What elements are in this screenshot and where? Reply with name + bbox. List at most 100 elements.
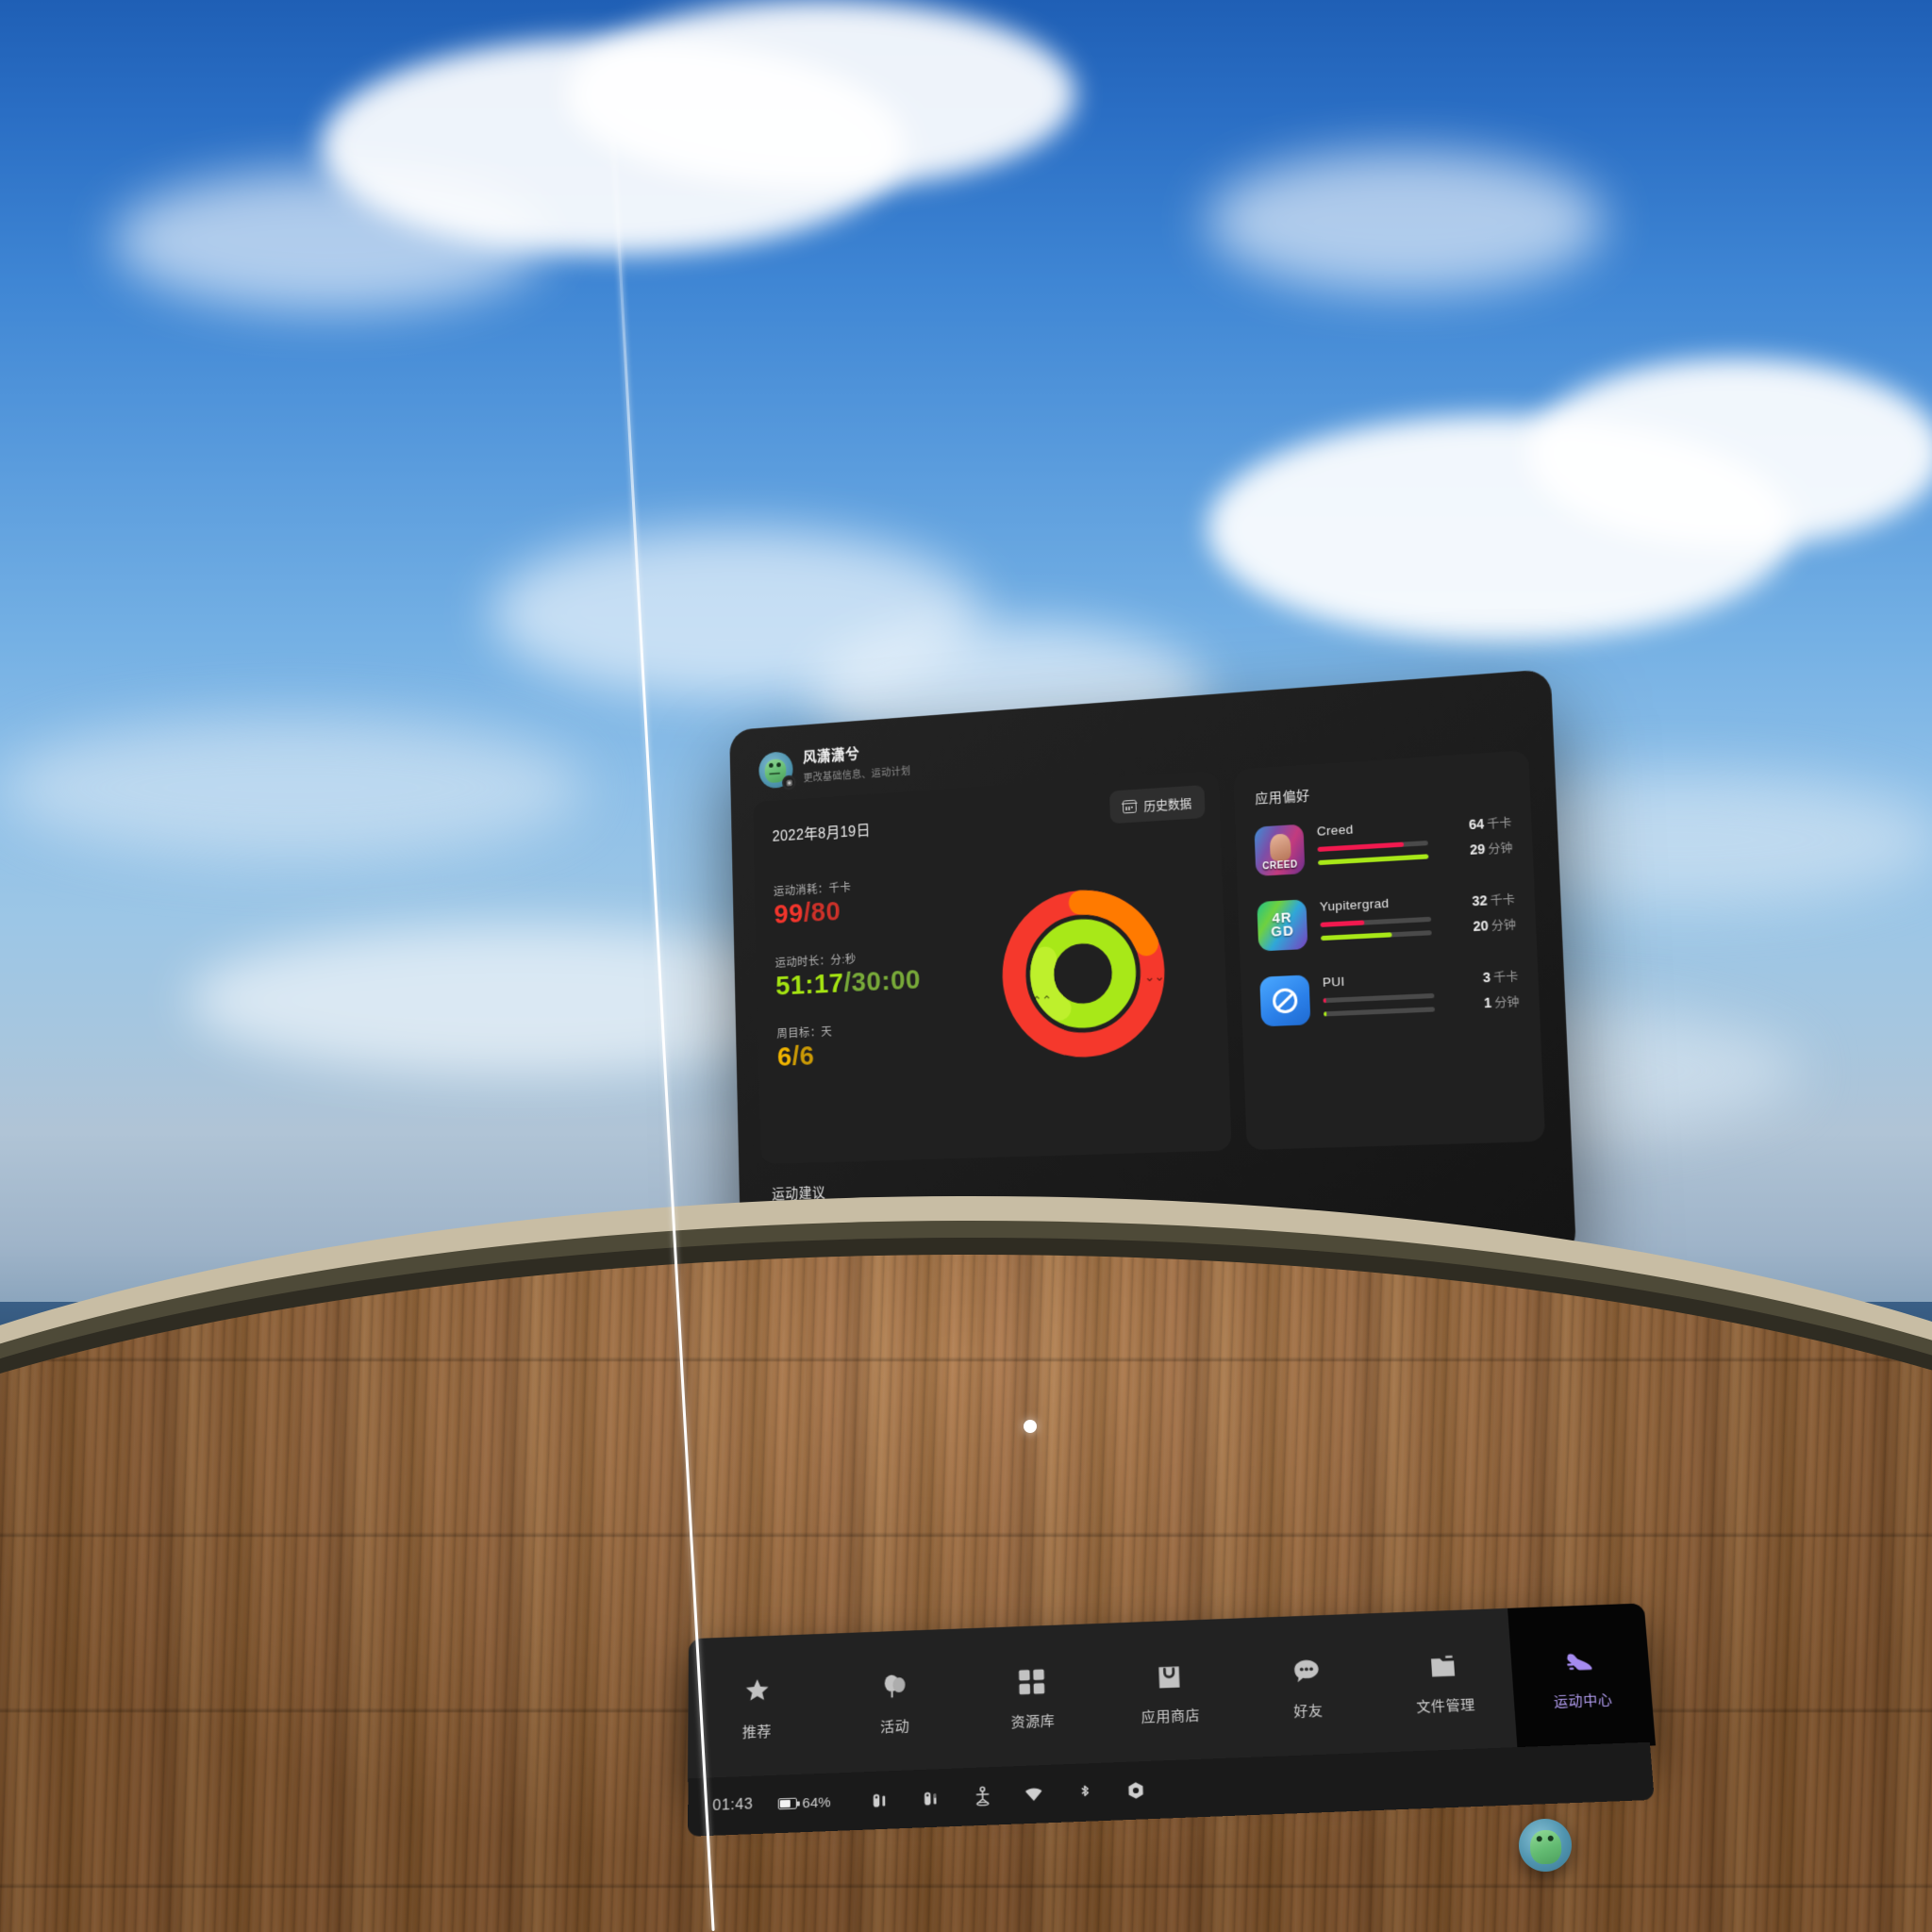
minutes-unit: 分钟	[1493, 995, 1520, 1010]
app-bars: Yupitergrad	[1320, 892, 1433, 949]
battery-status: 64%	[777, 1793, 831, 1812]
app-values: 32 千卡 20 分钟	[1443, 888, 1516, 942]
avatar	[758, 750, 796, 791]
grid-icon	[1013, 1663, 1052, 1702]
clock: 01:43	[712, 1796, 754, 1814]
creed-icon-text: CREED	[1262, 859, 1298, 873]
stat-goal: 30:00	[851, 963, 922, 998]
right-controller-icon[interactable]	[920, 1786, 942, 1811]
cloud	[113, 170, 547, 311]
app-bars: PUI	[1323, 969, 1436, 1024]
app-preferences-card: 应用偏好 CREED Creed 64 千卡 29 分钟 4R GD Yupit…	[1233, 750, 1546, 1151]
app-name: Creed	[1316, 822, 1354, 839]
chat-bubble-icon	[1287, 1653, 1326, 1690]
chevron-up-icon: ⌃⌃	[1031, 993, 1053, 1008]
yupi-text-bottom: GD	[1270, 923, 1295, 941]
taskbar-stage: 推荐 活动 资源库 应用商店 好友 文件管理 运动中心 01:43 64%	[687, 1603, 1689, 1921]
battery-percent: 64%	[802, 1793, 831, 1811]
app-name: PUI	[1322, 974, 1345, 990]
stat-goal: 6	[799, 1041, 815, 1072]
calories-value: 3 千卡	[1447, 966, 1519, 988]
frog-avatar-icon	[1529, 1829, 1562, 1865]
activity-ring-chart: ⌄⌄ ⌃⌃	[996, 883, 1170, 1064]
taskbar-item-recommend[interactable]: 推荐	[688, 1634, 826, 1782]
minutes-unit: 分钟	[1488, 841, 1513, 857]
shopping-bag-icon	[1150, 1657, 1189, 1695]
stat-calories: 运动消耗：千卡 99/80	[774, 871, 961, 930]
pui-app-icon	[1259, 974, 1311, 1027]
calories-value: 32 千卡	[1443, 889, 1515, 911]
taskbar-item-sports-center[interactable]: 运动中心	[1507, 1603, 1657, 1751]
minutes-number: 29	[1469, 841, 1486, 858]
taskbar-label: 文件管理	[1415, 1697, 1476, 1716]
calories-bar	[1323, 992, 1435, 1004]
minutes-value: 1 分钟	[1448, 991, 1520, 1013]
app-preference-row[interactable]: PUI 3 千卡 1 分钟	[1259, 965, 1520, 1027]
panel-cards: 历史数据 2022年8月19日 运动消耗：千卡 99/80 运动时长：分:秒 5…	[753, 750, 1546, 1165]
taskbar-label: 推荐	[741, 1724, 773, 1741]
calories-unit: 千卡	[1490, 892, 1516, 908]
stat-duration: 运动时长：分:秒 51:17/30:00	[774, 943, 963, 1001]
taskbar-label: 运动中心	[1553, 1691, 1614, 1710]
cloud	[1528, 358, 1932, 547]
taskbar-item-activity[interactable]: 活动	[825, 1628, 965, 1776]
fitness-panel-stage: 风潇潇兮 更改基础信息、运动计划 历史数据 2022年8月19日 运动消耗：千卡…	[708, 669, 1577, 1274]
minutes-bar	[1318, 854, 1429, 866]
minutes-unit: 分钟	[1491, 918, 1517, 934]
app-preference-row[interactable]: 4R GD Yupitergrad 32 千卡 20 分钟	[1257, 888, 1516, 952]
bluetooth-icon[interactable]	[1073, 1780, 1096, 1806]
app-bars: Creed	[1317, 817, 1429, 874]
settings-icon[interactable]	[1124, 1778, 1147, 1804]
calories-unit: 千卡	[1492, 970, 1519, 985]
edit-badge-icon[interactable]	[781, 774, 796, 791]
stat-value-group: 6/6	[776, 1035, 966, 1073]
stat-current: 51:17	[774, 967, 844, 1001]
minutes-bar	[1321, 930, 1432, 941]
cloud	[0, 717, 585, 858]
avatar-orb[interactable]	[1517, 1817, 1574, 1874]
stats-column: 运动消耗：千卡 99/80 运动时长：分:秒 51:17/30:00 周目标：天…	[774, 871, 966, 1095]
sports-center-panel[interactable]: 风潇潇兮 更改基础信息、运动计划 历史数据 2022年8月19日 运动消耗：千卡…	[729, 669, 1577, 1274]
stat-current: 6	[776, 1041, 792, 1073]
minutes-bar	[1324, 1007, 1436, 1017]
minutes-number: 20	[1473, 917, 1489, 935]
tracking-icon[interactable]	[971, 1784, 994, 1809]
minutes-number: 1	[1483, 994, 1492, 1011]
app-preference-row[interactable]: CREED Creed 64 千卡 29 分钟	[1254, 811, 1513, 877]
calories-number: 32	[1471, 892, 1488, 909]
taskbar-item-files[interactable]: 文件管理	[1372, 1608, 1518, 1757]
stat-weekly-goal: 周目标：天 6/6	[776, 1016, 966, 1073]
calories-bar	[1320, 916, 1432, 927]
app-name: Yupitergrad	[1319, 895, 1390, 914]
left-controller-icon[interactable]	[869, 1788, 891, 1813]
calories-value: 64 千卡	[1441, 812, 1512, 835]
taskbar-item-store[interactable]: 应用商店	[1099, 1619, 1241, 1767]
daily-activity-card: 历史数据 2022年8月19日 运动消耗：千卡 99/80 运动时长：分:秒 5…	[753, 771, 1232, 1165]
chevron-down-icon: ⌄⌄	[1144, 969, 1165, 985]
history-data-button[interactable]: 历史数据	[1109, 785, 1206, 824]
vr-scene: 风潇潇兮 更改基础信息、运动计划 历史数据 2022年8月19日 运动消耗：千卡…	[0, 0, 1932, 1932]
app-values: 3 千卡 1 分钟	[1447, 965, 1521, 1020]
taskbar-label: 活动	[880, 1718, 910, 1736]
balloons-icon	[875, 1668, 913, 1707]
calories-number: 3	[1482, 969, 1491, 986]
battery-icon	[777, 1797, 797, 1810]
cloud	[566, 0, 1075, 189]
history-data-label: 历史数据	[1143, 795, 1192, 814]
minutes-value: 20 分钟	[1444, 914, 1516, 936]
wifi-icon[interactable]	[1022, 1782, 1045, 1807]
status-icons	[869, 1778, 1148, 1813]
creed-art	[1269, 833, 1291, 861]
yupitergrad-app-icon: 4R GD	[1257, 899, 1308, 952]
creed-app-icon: CREED	[1254, 824, 1306, 876]
calories-unit: 千卡	[1486, 816, 1512, 832]
app-values: 64 千卡 29 分钟	[1441, 811, 1513, 867]
calories-bar	[1317, 841, 1428, 852]
stat-goal: 80	[810, 895, 841, 928]
home-indicator-dot[interactable]	[1024, 1420, 1037, 1433]
taskbar-item-library[interactable]: 资源库	[962, 1624, 1103, 1772]
star-icon	[738, 1674, 775, 1712]
stat-current: 99	[774, 898, 805, 930]
taskbar-item-friends[interactable]: 好友	[1236, 1613, 1380, 1761]
taskbar-label: 好友	[1292, 1703, 1324, 1721]
